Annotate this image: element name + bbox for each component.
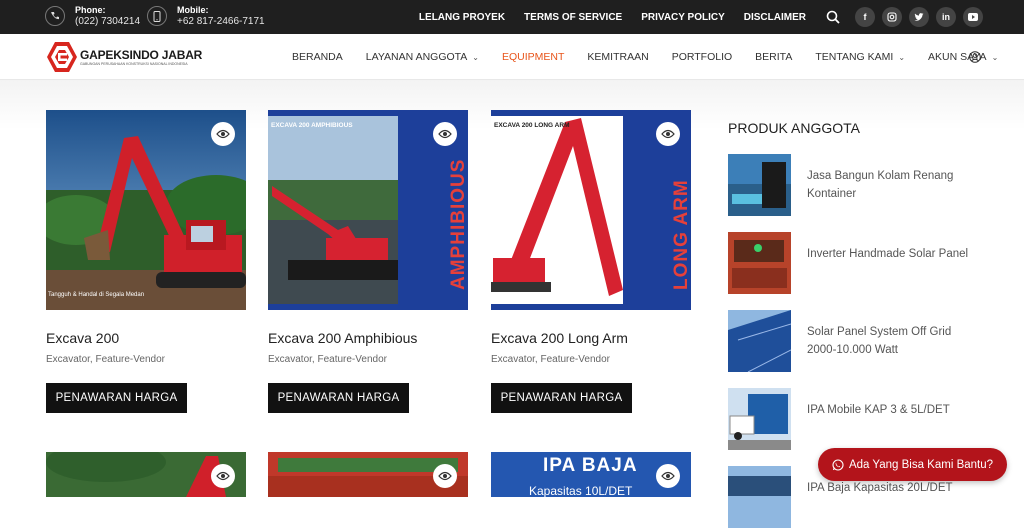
request-quote-button[interactable]: PENAWARAN HARGA	[46, 383, 187, 413]
toplink-disclaimer[interactable]: DISCLAIMER	[744, 12, 806, 23]
linkedin-icon[interactable]: in	[936, 7, 956, 27]
product-categories[interactable]: Excavator, Feature-Vendor	[46, 354, 165, 365]
product-image[interactable]	[268, 452, 468, 497]
product-categories[interactable]: Excavator, Feature-Vendor	[268, 354, 387, 365]
chevron-down-icon: ⌄	[472, 52, 479, 62]
youtube-icon[interactable]	[963, 7, 983, 27]
whatsapp-icon	[832, 458, 844, 471]
product-image[interactable]	[46, 452, 246, 497]
nav-kemitraan[interactable]: KEMITRAAN	[587, 51, 648, 63]
quick-view-eye-icon[interactable]	[433, 122, 457, 146]
image-banner-subtitle: Kapasitas 10L/DET	[529, 484, 633, 497]
sidebar-product-item[interactable]: IPA Mobile KAP 3 & 5L/DET	[728, 388, 978, 450]
toplink-terms-of-service[interactable]: TERMS OF SERVICE	[524, 12, 622, 23]
mobile-contact[interactable]: Mobile: +62 817-2466-7171	[147, 4, 265, 28]
user-account-icon[interactable]	[969, 51, 981, 63]
gapeksindo-logo-icon	[47, 42, 77, 72]
nav-portfolio[interactable]: PORTFOLIO	[672, 51, 732, 63]
twitter-icon[interactable]	[909, 7, 929, 27]
social-links: f in	[855, 7, 990, 27]
site-logo[interactable]: GAPEKSINDO JABAR GABUNGAN PERUSAHAAN KON…	[46, 41, 202, 73]
sidebar-title: PRODUK ANGGOTA	[728, 120, 860, 136]
facebook-icon[interactable]: f	[855, 7, 875, 27]
sidebar-product-name[interactable]: IPA Mobile KAP 3 & 5L/DET	[807, 401, 972, 419]
sidebar-product-name[interactable]: IPA Baja Kapasitas 20L/DET	[807, 479, 972, 497]
sidebar-product-image[interactable]	[728, 310, 791, 372]
search-icon[interactable]	[826, 10, 840, 24]
quick-view-eye-icon[interactable]	[656, 464, 680, 488]
nav-berita[interactable]: BERITA	[755, 51, 792, 63]
product-title[interactable]: Excava 200 Long Arm	[491, 330, 628, 346]
logo-name: GAPEKSINDO JABAR	[80, 48, 203, 62]
instagram-icon[interactable]	[882, 7, 902, 27]
logo-tagline: GABUNGAN PERUSAHAAN KONSTRUKSI NASIONAL …	[80, 62, 188, 66]
sidebar-product-item[interactable]: Jasa Bangun Kolam Renang Kontainer	[728, 154, 978, 216]
nav-beranda[interactable]: BERANDA	[292, 51, 343, 63]
sidebar-product-name[interactable]: Inverter Handmade Solar Panel	[807, 245, 972, 263]
sidebar-product-name[interactable]: Solar Panel System Off Grid 2000-10.000 …	[807, 323, 972, 359]
sidebar-product-item[interactable]: Solar Panel System Off Grid 2000-10.000 …	[728, 310, 978, 372]
product-title[interactable]: Excava 200 Amphibious	[268, 330, 417, 346]
image-banner-title: EXCAVA 200 AMPHIBIOUS	[271, 122, 353, 129]
phone-label: Phone:	[75, 5, 106, 15]
request-quote-button[interactable]: PENAWARAN HARGA	[268, 383, 409, 413]
quick-view-eye-icon[interactable]	[433, 464, 457, 488]
mobile-icon	[147, 6, 167, 26]
nav-tentang-kami[interactable]: TENTANG KAMI ⌄	[815, 51, 905, 63]
image-banner-side-text: LONG ARM	[671, 179, 691, 290]
chevron-down-icon: ⌄	[898, 52, 906, 62]
product-image[interactable]: IPA BAJA Kapasitas 10L/DET	[491, 452, 691, 497]
chevron-down-icon: ⌄	[991, 52, 999, 62]
request-quote-button[interactable]: PENAWARAN HARGA	[491, 383, 632, 413]
chat-label: Ada Yang Bisa Kami Bantu?	[848, 458, 994, 471]
image-banner-side-text: AMPHIBIOUS	[448, 158, 468, 290]
main-menu: BERANDA LAYANAN ANGGOTA ⌄ EQUIPMENT KEMIT…	[292, 34, 1021, 80]
mobile-label: Mobile:	[177, 5, 209, 15]
phone-value: (022) 7304214	[75, 16, 141, 27]
product-image[interactable]: EXCAVA 200 LONG ARM LONG ARM	[491, 110, 691, 310]
phone-contact[interactable]: Phone: (022) 7304214	[45, 4, 140, 28]
image-banner-title: IPA BAJA	[543, 455, 638, 476]
nav-layanan-anggota[interactable]: LAYANAN ANGGOTA ⌄	[366, 51, 479, 63]
product-title[interactable]: Excava 200	[46, 330, 119, 346]
top-bar: Phone: (022) 7304214 Mobile: +62 817-246…	[0, 0, 1024, 34]
nav-akun-saya[interactable]: AKUN SAYA ⌄	[928, 51, 998, 63]
quick-view-eye-icon[interactable]	[656, 122, 680, 146]
sidebar-product-image[interactable]	[728, 154, 791, 216]
quick-view-eye-icon[interactable]	[211, 122, 235, 146]
whatsapp-chat-button[interactable]: Ada Yang Bisa Kami Bantu?	[818, 448, 1007, 481]
nav-equipment[interactable]: EQUIPMENT	[502, 51, 564, 63]
image-banner-title: EXCAVA 200 LONG ARM	[494, 122, 570, 129]
top-links: LELANG PROYEK TERMS OF SERVICE PRIVACY P…	[400, 0, 806, 34]
product-image[interactable]: EXCAVA 200 AMPHIBIOUS AMPHIBIOUS	[268, 110, 468, 310]
sidebar-product-item[interactable]: Inverter Handmade Solar Panel	[728, 232, 978, 294]
toplink-privacy-policy[interactable]: PRIVACY POLICY	[641, 12, 725, 23]
sidebar-product-image[interactable]	[728, 466, 791, 528]
quick-view-eye-icon[interactable]	[211, 464, 235, 488]
product-image[interactable]: Tangguh & Handal di Segala Medan	[46, 110, 246, 310]
image-caption: Tangguh & Handal di Segala Medan	[48, 292, 145, 298]
sidebar-product-image[interactable]	[728, 388, 791, 450]
main-navbar: GAPEKSINDO JABAR GABUNGAN PERUSAHAAN KON…	[0, 34, 1024, 80]
product-categories[interactable]: Excavator, Feature-Vendor	[491, 354, 610, 365]
phone-icon	[45, 6, 65, 26]
sidebar-product-image[interactable]	[728, 232, 791, 294]
mobile-value: +62 817-2466-7171	[177, 16, 265, 27]
sidebar-product-name[interactable]: Jasa Bangun Kolam Renang Kontainer	[807, 167, 972, 203]
toplink-lelang-proyek[interactable]: LELANG PROYEK	[419, 12, 505, 23]
